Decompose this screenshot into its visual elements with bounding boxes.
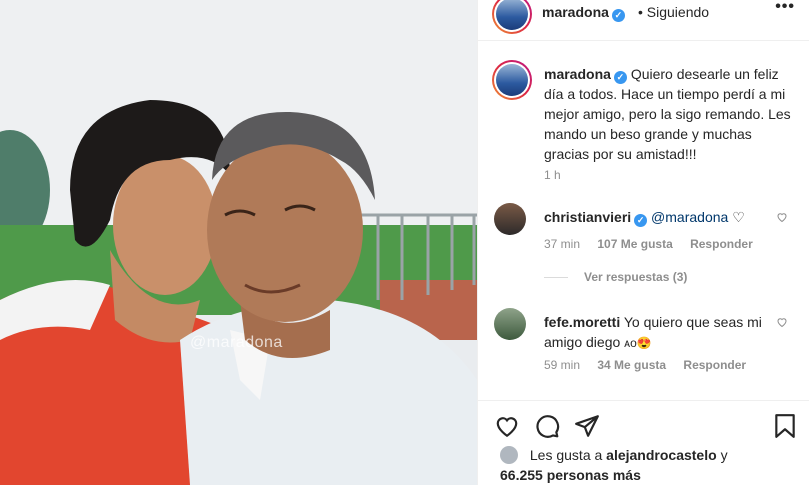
likes-summary: Les gusta a alejandrocastelo y 66.255 pe… — [500, 445, 728, 485]
post-header: maradona ✓ • Siguiendo ••• — [478, 0, 809, 41]
post-side-panel: maradona ✓ • Siguiendo ••• maradona ✓ Quie… — [477, 0, 809, 485]
liker-username[interactable]: alejandrocastelo — [606, 447, 717, 463]
verified-badge-icon: ✓ — [613, 71, 627, 84]
verified-badge-icon: ✓ — [611, 9, 625, 22]
like-comment-icon[interactable] — [776, 316, 788, 328]
comment-icon[interactable] — [534, 413, 560, 439]
comment-meta: 37 min 107 Me gusta Responder — [544, 237, 767, 251]
post-image — [0, 0, 477, 485]
comment-meta: 59 min 34 Me gusta Responder — [544, 358, 760, 372]
post-actions: Les gusta a alejandrocastelo y 66.255 pe… — [478, 400, 809, 485]
commenter-avatar[interactable] — [494, 203, 526, 235]
heart-icon[interactable] — [494, 413, 520, 439]
share-icon[interactable] — [574, 413, 600, 439]
comment-username[interactable]: fefe.moretti — [544, 314, 620, 330]
comment-time[interactable]: 59 min — [544, 358, 580, 372]
more-options-icon[interactable]: ••• — [775, 0, 795, 16]
caption-time[interactable]: 1 h — [544, 168, 561, 182]
likes-prefix: Les gusta a — [529, 447, 603, 463]
watermark-text: @maradona — [190, 334, 283, 351]
verified-badge-icon: ✓ — [634, 214, 648, 227]
author-username[interactable]: maradona ✓ — [542, 4, 625, 22]
comment-time[interactable]: 37 min — [544, 237, 580, 251]
caption-avatar[interactable] — [492, 60, 532, 100]
follow-status[interactable]: • Siguiendo — [638, 4, 709, 20]
emoji: ᴀᴏ😍 — [624, 336, 652, 350]
commenter-avatar[interactable] — [494, 308, 526, 340]
caption-username[interactable]: maradona — [544, 66, 611, 82]
likes-suffix: y — [720, 447, 728, 463]
like-comment-icon[interactable] — [776, 211, 788, 223]
comment-mention[interactable]: @maradona — [651, 209, 728, 225]
caption-text-block: maradona ✓ Quiero desearle un feliz día a… — [544, 64, 794, 164]
heart-emoji: ♡ — [732, 209, 745, 225]
liker-avatar[interactable] — [500, 446, 518, 464]
reply-button[interactable]: Responder — [690, 237, 753, 251]
comment-username[interactable]: christianvieri — [544, 209, 631, 225]
comment-text-block: christianvieri ✓ @maradona ♡ — [544, 207, 764, 227]
author-avatar[interactable] — [492, 0, 532, 34]
comment-likes[interactable]: 107 Me gusta — [597, 237, 672, 251]
save-bookmark-icon[interactable] — [774, 413, 796, 439]
comment-text-block: fefe.moretti Yo quiero que seas mi amigo… — [544, 312, 764, 353]
comment-likes[interactable]: 34 Me gusta — [597, 358, 666, 372]
reply-button[interactable]: Responder — [683, 358, 746, 372]
view-replies-button[interactable]: Ver respuestas (3) — [544, 270, 687, 284]
likes-count[interactable]: 66.255 personas más — [500, 467, 641, 483]
post-photo[interactable]: @maradona — [0, 0, 477, 485]
